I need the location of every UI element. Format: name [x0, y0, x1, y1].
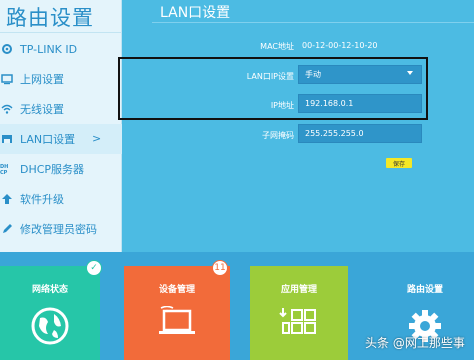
check-badge: ✓ [86, 260, 102, 276]
tile-label: 设备管理 [158, 285, 195, 295]
sidebar-item-admin-password[interactable]: 修改管理员密码 [0, 214, 122, 244]
sidebar-item-label: 上网设置 [20, 73, 64, 86]
sidebar-item-label: DHCP服务器 [20, 163, 85, 176]
subnet-mask-label: 子网掩码 [262, 131, 294, 140]
wifi-icon [0, 102, 14, 116]
subnet-mask-field[interactable]: 255.255.255.0 [298, 124, 422, 143]
dhcp-icon: DH CP [0, 162, 14, 176]
sidebar-item-lan[interactable]: LAN口设置 > [0, 124, 122, 154]
upgrade-icon [0, 192, 14, 206]
chevron-right-icon: > [92, 132, 102, 145]
apps-grid-icon [279, 306, 319, 350]
mac-label: MAC地址 [260, 42, 294, 51]
svg-text:CP: CP [0, 170, 8, 175]
lan-port-icon [0, 132, 14, 146]
router-admin-app: 路由设置 TP-LINK ID 上网设置 无线设置 LAN口设置 > DH CP… [0, 0, 474, 360]
watermark: 头条 @网工那些事 [365, 336, 465, 350]
pencil-icon [0, 222, 14, 236]
divider [0, 32, 122, 33]
globe-icon [30, 306, 70, 350]
monitor-icon [0, 72, 14, 86]
highlight-box [118, 57, 428, 120]
save-button[interactable]: 保存 [386, 158, 412, 168]
sidebar: 路由设置 TP-LINK ID 上网设置 无线设置 LAN口设置 > DH CP… [0, 0, 122, 252]
sidebar-item-internet[interactable]: 上网设置 [0, 64, 122, 94]
sidebar-item-label: LAN口设置 [20, 133, 76, 146]
page-title: LAN口设置 [160, 5, 231, 21]
tile-label: 应用管理 [280, 285, 317, 295]
divider [152, 22, 474, 23]
tile-app-management[interactable]: 应用管理 [250, 266, 348, 360]
tile-device-management[interactable]: 设备管理 11 [124, 260, 230, 360]
brand-title: 路由设置 [6, 6, 94, 30]
sidebar-item-label: TP-LINK ID [20, 42, 78, 56]
tile-network-status[interactable]: 网络状态 ✓ [0, 260, 102, 360]
subnet-mask-value: 255.255.255.0 [305, 129, 364, 138]
sidebar-item-label: 修改管理员密码 [20, 223, 97, 236]
sidebar-item-upgrade[interactable]: 软件升级 [0, 184, 122, 214]
sidebar-item-label: 软件升级 [20, 193, 64, 206]
sidebar-item-label: 无线设置 [20, 103, 64, 116]
laptop-icon [157, 305, 197, 344]
gear-icon [0, 42, 14, 56]
tile-label: 路由设置 [406, 285, 443, 295]
tile-label: 网络状态 [31, 285, 68, 295]
sidebar-item-dhcp[interactable]: DH CP DHCP服务器 [0, 154, 122, 184]
device-count-badge: 11 [212, 260, 228, 276]
sidebar-item-wireless[interactable]: 无线设置 [0, 94, 122, 124]
mac-value: 00-12-00-12-10-20 [302, 41, 378, 50]
sidebar-item-tplink-id[interactable]: TP-LINK ID [0, 34, 122, 64]
